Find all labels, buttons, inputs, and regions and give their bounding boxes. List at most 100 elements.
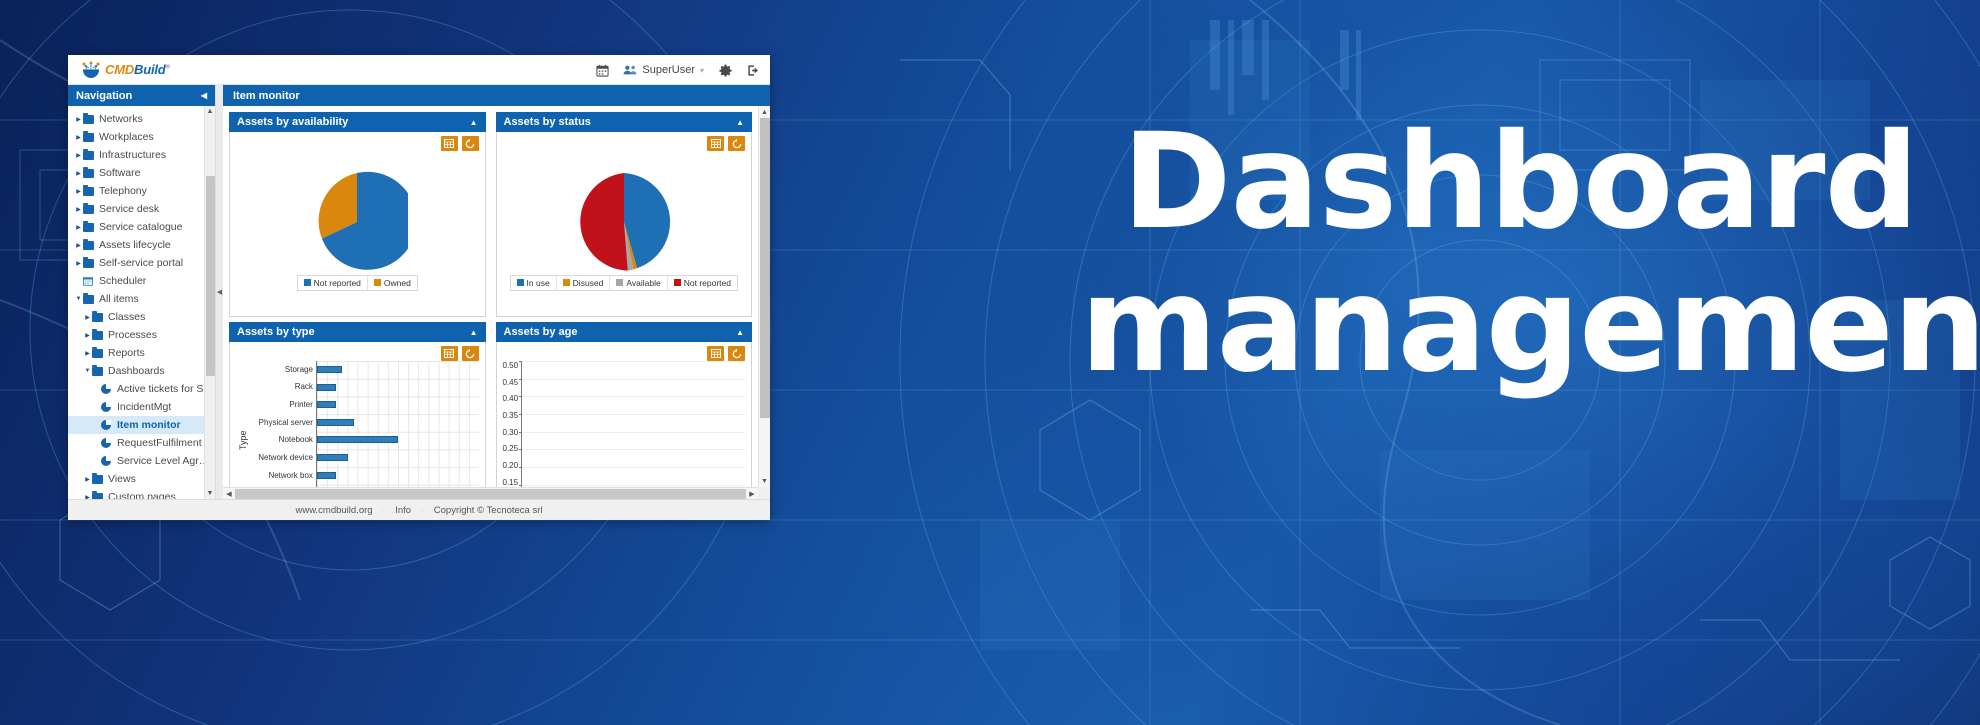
- chevron-right-icon[interactable]: ▶: [74, 188, 83, 195]
- gear-icon[interactable]: [718, 63, 732, 77]
- dashboard-horizontal-scrollbar[interactable]: ◀ ▶: [223, 487, 758, 499]
- chevron-right-icon[interactable]: ▶: [83, 332, 92, 339]
- chevron-right-icon[interactable]: ▶: [74, 116, 83, 123]
- chevron-right-icon[interactable]: ▶: [74, 134, 83, 141]
- panel-header[interactable]: Assets by age ▲: [495, 322, 752, 342]
- sidebar-vertical-scrollbar[interactable]: ▲ ▼: [204, 106, 215, 499]
- pie-icon: [101, 420, 114, 430]
- sidebar-item-reports[interactable]: ▶ Reports: [68, 344, 215, 362]
- line-chart-y-tick: 0.45: [502, 377, 519, 387]
- chevron-right-icon[interactable]: ▶: [83, 494, 92, 500]
- panel-title: Assets by availability: [237, 116, 349, 128]
- sidebar-item-custom-pages[interactable]: ▶ Custom pages: [68, 488, 215, 499]
- pie-icon: [101, 384, 114, 394]
- dashboard-scroll-thumb-horizontal[interactable]: [235, 489, 746, 499]
- user-menu[interactable]: SuperUser ▾: [623, 63, 704, 77]
- chevron-down-icon[interactable]: ▼: [83, 368, 92, 374]
- bar: [316, 401, 336, 409]
- bar-row: [316, 383, 479, 391]
- sidebar-item-telephony[interactable]: ▶ Telephony: [68, 182, 215, 200]
- panel-header[interactable]: Assets by availability ▲: [229, 112, 486, 132]
- logout-icon[interactable]: [746, 63, 760, 77]
- refresh-icon[interactable]: [728, 346, 745, 361]
- sidebar-item-active-tickets-for-serv[interactable]: Active tickets for Serv…: [68, 380, 215, 398]
- topbar-actions: SuperUser ▾: [595, 55, 760, 85]
- chevron-right-icon[interactable]: ▶: [74, 152, 83, 159]
- footer-info-link[interactable]: Info: [395, 505, 411, 516]
- sidebar-item-requestfulfilment[interactable]: RequestFulfilment: [68, 434, 215, 452]
- sidebar-splitter-handle[interactable]: ◀: [216, 85, 223, 499]
- cmdbuild-logo[interactable]: CMDBuild®: [80, 61, 170, 79]
- scroll-down-arrow-icon[interactable]: ▼: [759, 475, 770, 487]
- folder-icon: [83, 148, 96, 160]
- chevron-right-icon[interactable]: ▶: [74, 260, 83, 267]
- sidebar-item-classes[interactable]: ▶ Classes: [68, 308, 215, 326]
- chevron-right-icon[interactable]: ▶: [74, 170, 83, 177]
- line-chart-y-tick: 0.15: [502, 477, 519, 487]
- gridline: [522, 378, 745, 380]
- collapse-sidebar-icon[interactable]: ◀: [201, 91, 207, 100]
- sidebar-item-views[interactable]: ▶ Views: [68, 470, 215, 488]
- dashboard-scroll-thumb-vertical[interactable]: [760, 118, 770, 418]
- sidebar-item-processes[interactable]: ▶ Processes: [68, 326, 215, 344]
- bar-row: [316, 366, 479, 374]
- chevron-right-icon[interactable]: ▶: [74, 224, 83, 231]
- chevron-right-icon[interactable]: ▶: [83, 314, 92, 321]
- chevron-right-icon[interactable]: ▶: [74, 242, 83, 249]
- chevron-up-icon[interactable]: ▲: [736, 328, 744, 337]
- pie-icon: [101, 438, 114, 448]
- scroll-right-arrow-icon[interactable]: ▶: [746, 490, 758, 498]
- sidebar-item-service-catalogue[interactable]: ▶ Service catalogue: [68, 218, 215, 236]
- panel-header[interactable]: Assets by type ▲: [229, 322, 486, 342]
- sidebar-item-dashboards[interactable]: ▼ Dashboards: [68, 362, 215, 380]
- sidebar-item-item-monitor[interactable]: Item monitor: [68, 416, 215, 434]
- table-icon[interactable]: [707, 346, 724, 361]
- legend-label: Disused: [572, 277, 604, 288]
- sidebar-item-networks[interactable]: ▶ Networks: [68, 110, 215, 128]
- pie-legend-status: In use Disused Available Not reported: [509, 274, 738, 291]
- sidebar-item-assets-lifecycle[interactable]: ▶ Assets lifecycle: [68, 236, 215, 254]
- sidebar-item-scheduler[interactable]: Scheduler: [68, 272, 215, 290]
- table-icon[interactable]: [707, 136, 724, 151]
- chevron-up-icon[interactable]: ▲: [736, 118, 744, 127]
- refresh-icon[interactable]: [728, 136, 745, 151]
- app-topbar: CMDBuild® SuperUser ▾: [68, 55, 770, 85]
- chevron-up-icon[interactable]: ▲: [470, 118, 478, 127]
- legend-item: Not reported: [668, 276, 737, 290]
- refresh-icon[interactable]: [461, 136, 479, 151]
- sidebar-item-all-items[interactable]: ▼ All items: [68, 290, 215, 308]
- chevron-right-icon[interactable]: ▶: [83, 350, 92, 357]
- sidebar-item-service-desk[interactable]: ▶ Service desk: [68, 200, 215, 218]
- panel-body: Type Storage Rack Printer Physical server No…: [229, 342, 486, 487]
- footer-site-link[interactable]: www.cmdbuild.org: [295, 505, 372, 516]
- sidebar-item-label: Processes: [108, 329, 158, 341]
- sidebar-item-infrastructures[interactable]: ▶ Infrastructures: [68, 146, 215, 164]
- legend-item: Available: [610, 275, 668, 290]
- panel-header[interactable]: Assets by status ▲: [495, 112, 752, 132]
- sidebar-item-workplaces[interactable]: ▶ Workplaces: [68, 128, 215, 146]
- scroll-up-arrow-icon[interactable]: ▲: [759, 106, 770, 118]
- chevron-up-icon[interactable]: ▲: [470, 328, 478, 337]
- panel-assets-by-status: Assets by status ▲ In use Disused Availa…: [495, 112, 752, 317]
- scroll-up-arrow-icon[interactable]: ▲: [205, 106, 215, 117]
- table-icon[interactable]: [440, 346, 458, 361]
- calendar-icon[interactable]: [595, 63, 609, 77]
- dashboard-vertical-scrollbar[interactable]: ▲ ▼: [758, 106, 770, 487]
- table-icon[interactable]: [440, 136, 458, 151]
- panel-assets-by-type: Assets by type ▲ Type Storage Rack Print…: [229, 322, 486, 487]
- chevron-right-icon[interactable]: ▶: [83, 476, 92, 483]
- logo-text-b: B: [134, 62, 144, 77]
- sidebar-item-self-service-portal[interactable]: ▶ Self-service portal: [68, 254, 215, 272]
- cmdbuild-app-window: CMDBuild® SuperUser ▾ Navigation ◀ ▶ Net…: [68, 55, 770, 520]
- sidebar-item-software[interactable]: ▶ Software: [68, 164, 215, 182]
- sidebar-scroll-thumb[interactable]: [206, 176, 215, 376]
- sidebar-item-service-level-agreem[interactable]: Service Level Agreem…: [68, 452, 215, 470]
- scroll-down-arrow-icon[interactable]: ▼: [205, 488, 215, 499]
- sidebar-item-incidentmgt[interactable]: IncidentMgt: [68, 398, 215, 416]
- chevron-right-icon[interactable]: ▶: [74, 206, 83, 213]
- chevron-down-icon[interactable]: ▼: [74, 296, 83, 302]
- bar-category-label: Storage: [284, 364, 313, 374]
- scroll-left-arrow-icon[interactable]: ◀: [223, 490, 235, 498]
- user-name-label: SuperUser: [642, 64, 695, 76]
- refresh-icon[interactable]: [461, 346, 479, 361]
